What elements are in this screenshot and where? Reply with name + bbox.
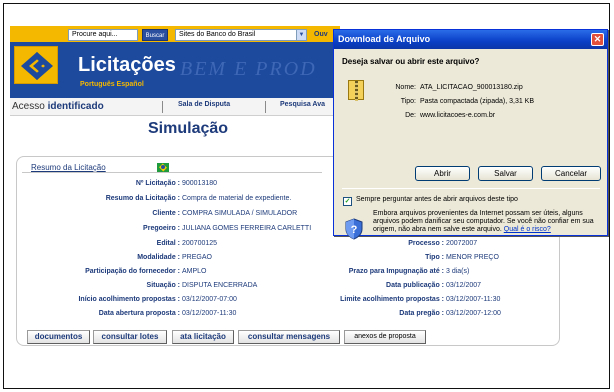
sites-select[interactable]: Sites do Banco do Brasil ▼ <box>175 29 307 41</box>
field-label: Resumo da Licitação : <box>105 195 180 202</box>
field-label: Modalidade : <box>137 254 180 261</box>
field-value: 20072007 <box>446 240 478 247</box>
heading-divider <box>22 172 322 173</box>
field-label: Limite acolhimento propostas : <box>340 296 444 303</box>
from-value: www.licitacoes-e.com.br <box>420 112 496 119</box>
search-button[interactable]: Buscar <box>142 29 168 41</box>
dialog-divider <box>342 188 600 189</box>
field-label: Cliente : <box>152 210 180 217</box>
ouvidoria-link[interactable]: Ouv <box>314 31 328 38</box>
cancel-button[interactable]: Cancelar <box>541 166 601 181</box>
close-icon[interactable]: ✕ <box>591 33 604 46</box>
access-bold: identificado <box>47 101 104 112</box>
field-value: 03/12/2007-07:00 <box>182 296 237 303</box>
field-label: Tipo : <box>425 254 444 261</box>
site-title: Licitações <box>78 54 176 76</box>
nav-sala-disputa[interactable]: Sala de Disputa <box>178 101 230 108</box>
field-value: AMPLO <box>182 268 207 275</box>
field-value: Compra de material de expediente. <box>182 195 292 202</box>
always-ask-label[interactable]: Sempre perguntar antes de abrir arquivos… <box>356 196 518 203</box>
name-label: Nome: <box>395 84 416 91</box>
always-ask-checkbox[interactable]: ✓ <box>343 197 352 206</box>
field-label: Data pregão : <box>399 310 444 317</box>
field-value: 03/12/2007-12:00 <box>446 310 501 317</box>
page-title: Simulação <box>148 120 229 137</box>
type-label: Tipo: <box>400 98 416 105</box>
field-label: Pregoeiro : <box>143 225 180 232</box>
search-input[interactable]: Procure aqui... <box>68 29 138 41</box>
nav-pesquisa[interactable]: Pesquisa Ava <box>280 101 325 108</box>
open-button[interactable]: Abrir <box>415 166 470 181</box>
field-label: Prazo para Impugnação até : <box>348 268 444 275</box>
language-links[interactable]: Português Español <box>80 81 144 88</box>
warning-text: Embora arquivos provenientes da Internet… <box>373 210 594 233</box>
name-value: ATA_LICITACAO_900013180.zip <box>420 84 523 91</box>
field-value: 03/12/2007 <box>446 282 482 289</box>
security-warning: Embora arquivos provenientes da Internet… <box>373 210 605 234</box>
nav-divider <box>265 101 266 113</box>
access-prefix: Acesso <box>12 101 45 112</box>
field-value: JULIANA GOMES FERREIRA CARLETTI <box>182 225 312 232</box>
security-shield-icon: ? <box>345 218 363 240</box>
type-value: Pasta compactada (zipada), 3,31 KB <box>420 98 535 105</box>
field-label: Data abertura proposta : <box>98 310 180 317</box>
svg-text:?: ? <box>351 224 358 236</box>
bank-logo[interactable] <box>14 46 58 84</box>
field-value: 03/12/2007-11:30 <box>182 310 237 317</box>
field-label: Situação : <box>146 282 180 289</box>
anexos-proposta-button[interactable]: anexos de proposta <box>344 330 426 344</box>
risk-link[interactable]: Qual é o risco? <box>504 226 551 233</box>
documentos-button[interactable]: documentos <box>27 330 90 344</box>
download-dialog: Download de Arquivo ✕ Deseja salvar ou a… <box>333 29 608 240</box>
save-button[interactable]: Salvar <box>478 166 533 181</box>
from-label: De: <box>405 112 416 119</box>
field-value: 900013180 <box>182 180 218 187</box>
field-value: 3 dia(s) <box>446 268 470 275</box>
field-value: 200700125 <box>182 240 218 247</box>
consultar-mensagens-button[interactable]: consultar mensagens <box>238 330 340 344</box>
field-value: 03/12/2007-11:30 <box>446 296 501 303</box>
field-label: Data publicação : <box>386 282 444 289</box>
consultar-lotes-button[interactable]: consultar lotes <box>93 330 167 344</box>
field-label: Processo : <box>408 240 444 247</box>
field-value: PREGAO <box>182 254 212 261</box>
nav-divider <box>162 101 163 113</box>
field-value: MENOR PREÇO <box>446 254 499 261</box>
access-status: Acesso identificado <box>12 101 104 112</box>
bank-logo-icon <box>21 52 53 80</box>
field-label: Início acolhimento propostas : <box>78 296 180 303</box>
ata-licitacao-button[interactable]: ata licitação <box>172 330 234 344</box>
summary-heading[interactable]: Resumo da Licitação <box>31 163 106 172</box>
field-label: Participação do fornecedor : <box>85 268 180 275</box>
field-label: Edital : <box>156 240 180 247</box>
sites-select-value: Sites do Banco do Brasil <box>179 31 256 38</box>
brazil-flag-icon <box>157 163 169 172</box>
chevron-down-icon[interactable]: ▼ <box>296 30 306 40</box>
banner-watermark: BEM E PROD <box>180 58 317 80</box>
field-value: COMPRA SIMULADA / SIMULADOR <box>182 210 298 217</box>
dialog-question: Deseja salvar ou abrir este arquivo? <box>342 57 480 66</box>
field-label: Nº Licitação : <box>135 180 180 187</box>
dialog-title[interactable]: Download de Arquivo <box>334 30 607 49</box>
field-value: DISPUTA ENCERRADA <box>182 282 258 289</box>
